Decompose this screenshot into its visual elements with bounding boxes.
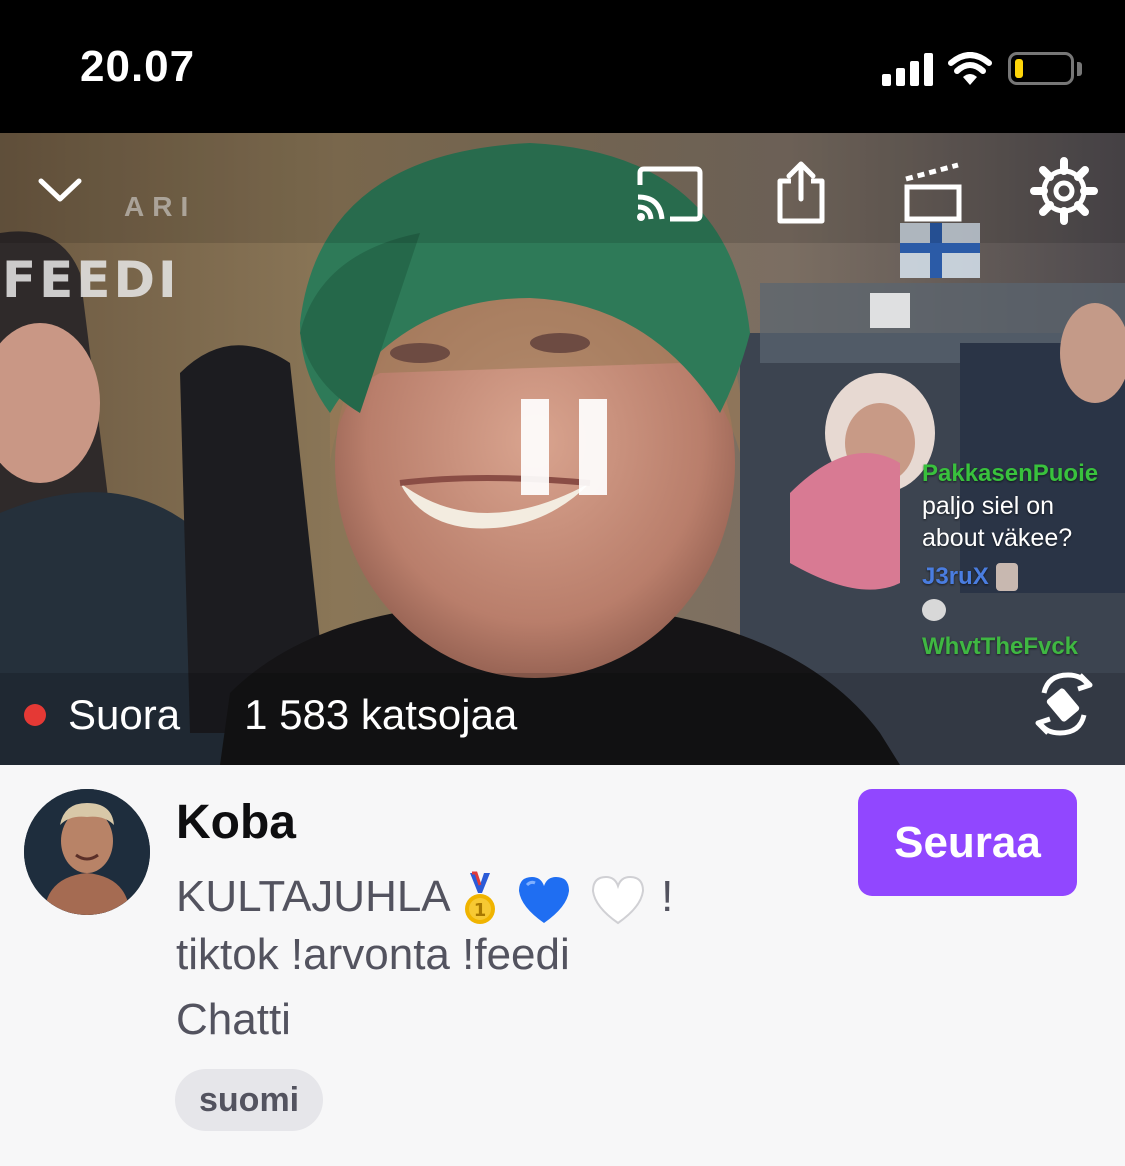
channel-name[interactable]: Koba (176, 795, 296, 850)
clip-icon[interactable] (902, 161, 962, 223)
cellular-signal-icon (882, 52, 934, 86)
chat-emote (995, 563, 1018, 592)
category-link[interactable]: Chatti (176, 995, 291, 1045)
avatar[interactable] (24, 789, 150, 915)
avatar-image (24, 789, 150, 915)
chat-overlay: PakkasenPuoie paljo siel on about väkee?… (922, 458, 1122, 663)
tag-chip[interactable]: suomi (175, 1069, 324, 1131)
chat-emote (922, 599, 946, 622)
gear-icon[interactable] (1030, 157, 1098, 225)
rotate-icon[interactable] (1034, 669, 1094, 739)
chevron-down-icon[interactable] (38, 177, 82, 205)
chat-message: paljo siel on about väkee? (922, 492, 1073, 552)
video-player[interactable]: ARI FEEDI PakkasenPuoie paljo siel on ab… (0, 133, 1125, 765)
overlay-logo: FEEDI (2, 251, 180, 309)
chat-username: WhvtTheFvck (922, 633, 1079, 660)
stream-title: KULTAJUHLA 1 ! tiktok !arvonta !feedi (176, 869, 776, 983)
battery-icon (1008, 52, 1074, 85)
pause-icon (521, 399, 549, 495)
white-heart-icon (591, 876, 644, 925)
viewer-count: 1 583 katsojaa (244, 691, 518, 738)
follow-button[interactable]: Seuraa (858, 789, 1077, 896)
blue-heart-icon (518, 877, 569, 924)
pause-button[interactable] (521, 399, 607, 495)
stream-title-line2: tiktok !arvonta !feedi (176, 930, 570, 980)
chat-username: PakkasenPuoie (922, 460, 1099, 487)
share-icon[interactable] (774, 159, 828, 225)
clock: 20.07 (80, 42, 196, 91)
stream-title-exclaim: ! (661, 872, 674, 921)
wifi-icon (948, 52, 992, 85)
status-bar: 20.07 (0, 0, 1125, 133)
cast-icon[interactable] (634, 165, 704, 223)
gold-medal-icon: 1 (465, 871, 496, 925)
svg-text:1: 1 (474, 900, 487, 921)
stream-info: Koba KULTAJUHLA 1 ! tiktok !arvonta !fee… (0, 765, 1125, 1166)
stream-title-line1: KULTAJUHLA (176, 872, 449, 921)
overlay-logo-small: ARI (124, 191, 197, 222)
chat-username: J3ruX (922, 563, 989, 590)
live-indicator: Suora 1 583 katsojaa (24, 685, 517, 745)
live-dot-icon (24, 704, 46, 726)
battery-tip (1077, 62, 1082, 76)
live-label: Suora (68, 691, 181, 738)
